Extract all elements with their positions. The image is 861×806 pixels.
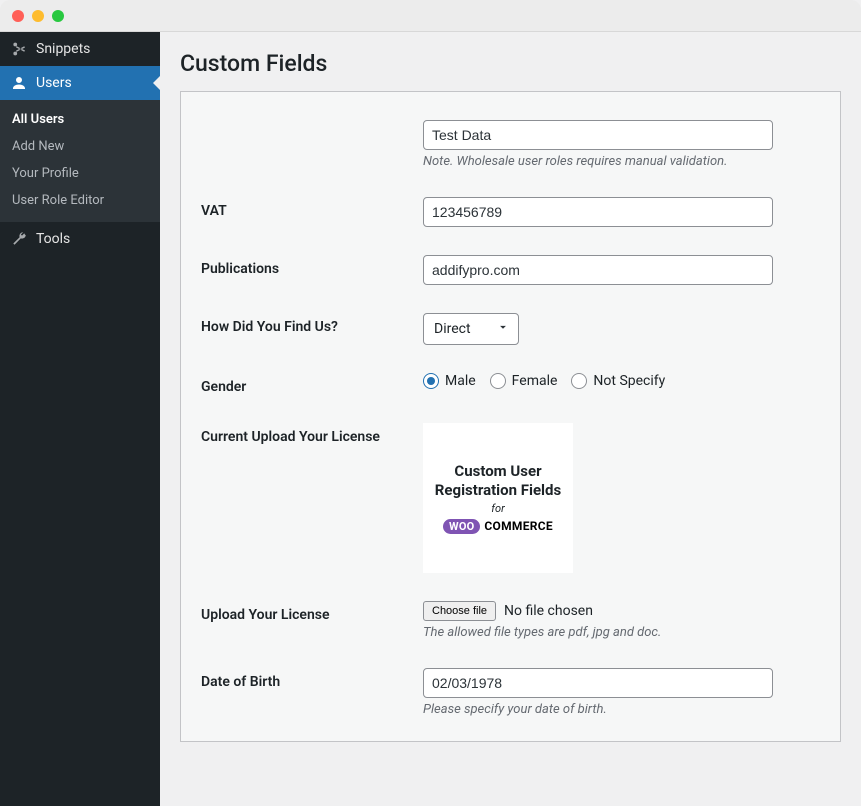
sidebar-submenu-users: All Users Add New Your Profile User Role… <box>0 100 160 222</box>
upload-note: The allowed file types are pdf, jpg and … <box>423 625 820 640</box>
choose-file-button[interactable]: Choose file <box>423 601 496 621</box>
find-us-value: Direct <box>434 321 471 337</box>
page-title: Custom Fields <box>180 50 841 77</box>
commerce-text: COMMERCE <box>484 519 553 533</box>
field-label-empty <box>201 120 423 126</box>
window-titlebar <box>0 0 861 32</box>
license-thumbnail: Custom User Registration Fields for WOO … <box>423 423 573 573</box>
file-status: No file chosen <box>504 603 593 619</box>
woocommerce-logo: WOO COMMERCE <box>443 519 553 534</box>
sidebar-item-label: Snippets <box>36 41 90 57</box>
sidebar-item-snippets[interactable]: Snippets <box>0 32 160 66</box>
dob-label: Date of Birth <box>201 668 423 690</box>
radio-indicator <box>423 373 439 389</box>
publications-input[interactable] <box>423 255 773 285</box>
scissors-icon <box>10 40 28 58</box>
publications-label: Publications <box>201 255 423 277</box>
gender-radio-not-specify[interactable]: Not Specify <box>571 373 665 389</box>
sidebar-item-tools[interactable]: Tools <box>0 222 160 256</box>
dob-note: Please specify your date of birth. <box>423 702 820 717</box>
find-us-select[interactable]: Direct <box>423 313 519 345</box>
current-upload-label: Current Upload Your License <box>201 423 423 445</box>
dob-input[interactable] <box>423 668 773 698</box>
gender-radio-group: Male Female Not Specify <box>423 373 820 389</box>
vat-input[interactable] <box>423 197 773 227</box>
radio-indicator <box>571 373 587 389</box>
radio-label: Male <box>445 373 476 389</box>
sidebar-subitem-your-profile[interactable]: Your Profile <box>0 160 160 187</box>
gender-radio-female[interactable]: Female <box>490 373 558 389</box>
window-maximize-button[interactable] <box>52 10 64 22</box>
radio-label: Female <box>512 373 558 389</box>
radio-indicator <box>490 373 506 389</box>
sidebar-item-label: Tools <box>36 231 70 247</box>
vat-label: VAT <box>201 197 423 219</box>
sidebar-subitem-add-new[interactable]: Add New <box>0 133 160 160</box>
test-data-input[interactable] <box>423 120 773 150</box>
thumbnail-subtitle: for <box>491 502 504 515</box>
gender-radio-male[interactable]: Male <box>423 373 476 389</box>
sidebar-item-users[interactable]: Users <box>0 66 160 100</box>
find-us-label: How Did You Find Us? <box>201 313 423 335</box>
upload-label: Upload Your License <box>201 601 423 623</box>
gender-label: Gender <box>201 373 423 395</box>
test-data-note: Note. Wholesale user roles requires manu… <box>423 154 820 169</box>
main-content: Custom Fields Note. Wholesale user roles… <box>160 32 861 806</box>
window-close-button[interactable] <box>12 10 24 22</box>
radio-label: Not Specify <box>593 373 665 389</box>
user-icon <box>10 74 28 92</box>
sidebar-item-label: Users <box>36 75 72 91</box>
wrench-icon <box>10 230 28 248</box>
custom-fields-panel: Note. Wholesale user roles requires manu… <box>180 91 841 742</box>
sidebar-subitem-user-role-editor[interactable]: User Role Editor <box>0 187 160 214</box>
thumbnail-title: Custom User Registration Fields <box>431 462 565 500</box>
chevron-down-icon <box>496 320 510 338</box>
woo-badge: WOO <box>443 519 480 534</box>
window-minimize-button[interactable] <box>32 10 44 22</box>
sidebar-subitem-all-users[interactable]: All Users <box>0 106 160 133</box>
admin-sidebar: Snippets Users All Users Add New Your Pr… <box>0 32 160 806</box>
